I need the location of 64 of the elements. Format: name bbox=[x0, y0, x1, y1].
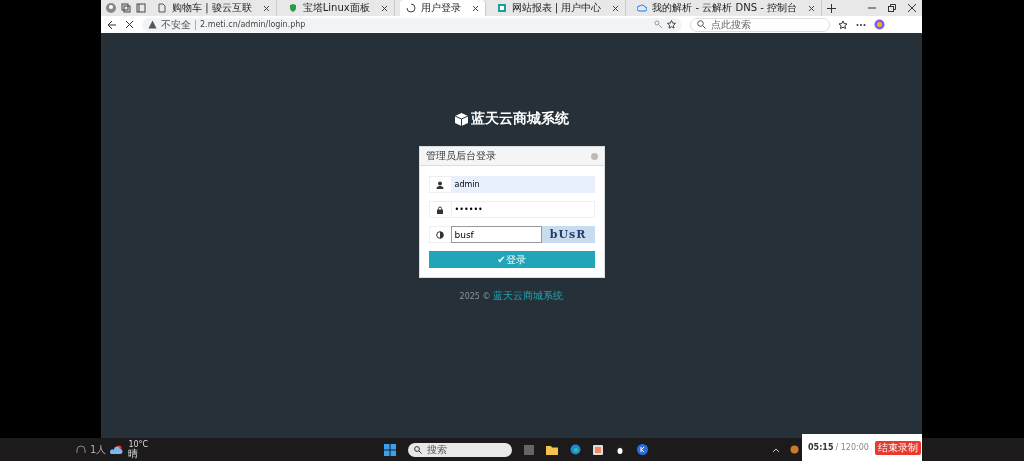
taskbar-search-input[interactable]: 搜索 bbox=[427, 443, 507, 456]
close-icon bbox=[471, 4, 479, 12]
site-title: 蓝天云商城系统 bbox=[471, 110, 569, 128]
tab-title: 我的解析 - 云解析 DNS - 控制台 bbox=[652, 3, 799, 13]
taskbar-search[interactable]: 搜索 bbox=[408, 442, 512, 457]
browser-icon bbox=[570, 444, 581, 455]
tab-title: 用户登录 bbox=[420, 3, 462, 13]
panel-title: 管理员后台登录 bbox=[425, 151, 496, 161]
tab-title: 购物车 | 骏云互联 bbox=[172, 3, 253, 13]
star-icon bbox=[667, 20, 676, 29]
minimize-icon bbox=[868, 4, 876, 12]
close-icon bbox=[380, 4, 388, 12]
cube-icon bbox=[454, 111, 469, 127]
close-icon bbox=[908, 4, 916, 12]
headset-icon bbox=[76, 444, 86, 455]
tab-title: 网站报表 | 用户中心 bbox=[511, 3, 603, 13]
favorites-icon bbox=[838, 19, 848, 30]
captcha-image: bUsR bbox=[549, 229, 587, 240]
store-icon bbox=[593, 444, 603, 455]
shield-icon bbox=[287, 3, 298, 13]
password-field[interactable]: •••••• bbox=[450, 201, 595, 218]
warning-icon bbox=[148, 20, 157, 29]
back-icon bbox=[107, 19, 117, 30]
elapsed-time: 05:15 bbox=[808, 443, 834, 452]
chevron-up-icon bbox=[772, 446, 780, 453]
search-input[interactable]: 点此搜索 bbox=[711, 18, 821, 31]
page-icon bbox=[157, 3, 167, 13]
k-app-icon bbox=[637, 444, 648, 455]
security-label: 不安全 bbox=[161, 19, 196, 30]
address-bar[interactable]: 不安全 2.meti.cn/admin/login.php bbox=[142, 17, 682, 32]
workspaces-icon bbox=[121, 3, 131, 13]
contrast-icon bbox=[436, 230, 444, 239]
copilot-icon bbox=[874, 19, 885, 30]
footer-link[interactable]: 蓝天云商城系统 bbox=[493, 289, 564, 303]
time-limit: / 120:00 bbox=[835, 443, 869, 452]
username-field[interactable]: admin bbox=[450, 176, 595, 193]
new-tab-icon bbox=[827, 3, 837, 13]
square-icon bbox=[496, 3, 507, 13]
browser-tab[interactable]: 用户登录 bbox=[399, 0, 486, 16]
key-icon bbox=[654, 20, 663, 29]
stop-icon bbox=[125, 20, 134, 29]
weather-text: 晴 bbox=[128, 448, 140, 459]
search-icon bbox=[697, 20, 706, 29]
close-icon bbox=[612, 4, 620, 12]
profile-icon bbox=[106, 3, 116, 13]
lock-icon bbox=[436, 205, 444, 214]
windows-icon bbox=[384, 443, 396, 456]
search-icon bbox=[414, 445, 422, 454]
temperature-text: 10°C bbox=[128, 440, 149, 449]
url-text: 2.meti.cn/admin/login.php bbox=[200, 20, 307, 29]
tab-title: 宝塔Linux面板 bbox=[302, 3, 371, 13]
loading-icon bbox=[405, 3, 416, 13]
people-count: 1人 bbox=[90, 442, 107, 457]
user-icon bbox=[436, 180, 444, 189]
weather-icon bbox=[110, 444, 125, 455]
stop-recording-button[interactable]: 结束录制 bbox=[874, 440, 921, 455]
cloud-icon bbox=[637, 3, 648, 13]
copyright-text: 2025 © bbox=[459, 291, 491, 301]
folder-icon bbox=[546, 444, 558, 455]
tab-actions-icon bbox=[136, 3, 146, 13]
captcha-field[interactable]: busf bbox=[450, 226, 542, 243]
close-icon bbox=[808, 4, 816, 12]
close-icon bbox=[262, 4, 270, 12]
restore-icon bbox=[888, 4, 896, 12]
